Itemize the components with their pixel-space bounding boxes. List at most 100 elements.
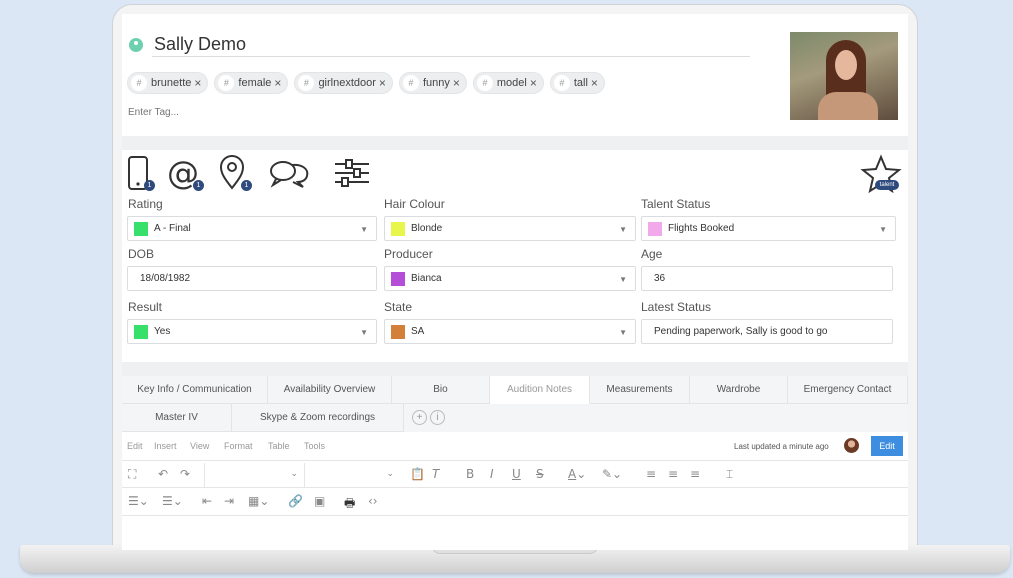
talent-badge: talent [875,180,899,190]
tag-label: brunette [151,77,192,89]
tab-wardrobe[interactable]: Wardrobe [690,376,788,404]
tag-input[interactable] [128,107,328,118]
phone-icon[interactable]: 1 [126,154,156,199]
bold-icon[interactable]: B [466,467,474,481]
state-swatch [391,324,405,339]
menu-format[interactable]: Format [224,441,253,451]
sliders-icon[interactable] [332,154,372,199]
dob-input[interactable]: 18/08/1982 [127,266,377,291]
strikethrough-icon[interactable]: S [536,467,544,481]
underline-icon[interactable]: U [512,467,521,481]
hair-colour-select[interactable]: Blonde ▼ [384,216,636,241]
result-select[interactable]: Yes ▼ [127,319,377,344]
menu-table[interactable]: Table [268,441,290,451]
hash-icon: # [553,75,570,91]
link-icon[interactable]: 🔗 [288,494,303,508]
talent-status-label: Talent Status [641,197,711,211]
code-view-icon[interactable]: ‹› [368,494,378,508]
state-label: State [384,300,413,314]
hash-icon: # [131,75,147,91]
tab-key-info[interactable]: Key Info / Communication [122,376,268,404]
latest-status-input[interactable]: Pending paperwork, Sally is good to go [641,319,893,344]
align-center-icon[interactable]: ≡ [668,467,678,481]
numbered-list-icon[interactable]: ☰⌄ [162,494,183,508]
chevron-down-icon: ▼ [619,225,627,234]
clear-format-icon[interactable]: T [432,467,439,481]
hash-icon: # [476,75,493,91]
add-tab-icon[interactable]: + [412,410,427,425]
align-right-icon[interactable]: ≡ [690,467,700,481]
rating-select[interactable]: A - Final ▼ [127,216,377,241]
bullet-list-icon[interactable]: ☰⌄ [128,494,149,508]
align-left-icon[interactable]: ≡ [646,467,656,481]
location-pin-icon[interactable]: 1 [218,154,252,199]
tab-audition-notes[interactable]: Audition Notes [490,376,590,404]
tab-measurements[interactable]: Measurements [590,376,690,404]
menu-view[interactable]: View [190,441,209,451]
text-color-icon[interactable]: A⌄ [568,467,586,481]
chevron-down-icon: ⌄ [386,468,394,478]
chevron-down-icon: ▼ [879,225,887,234]
latest-status-label: Latest Status [641,300,712,314]
age-input[interactable]: 36 [641,266,893,291]
menu-tools[interactable]: Tools [304,441,325,451]
editor-toolbar: ⛶ ↶ ↷ ⌄ ⌄ 📋 T B I U S A⌄ ✎⌄ ≡ ≡ ≡ ⌶ [122,460,908,488]
talent-status-select[interactable]: Flights Booked ▼ [641,216,896,241]
hair-colour-swatch [391,221,405,236]
state-select[interactable]: SA ▼ [384,319,636,344]
tag-label: tall [573,77,588,89]
edit-button[interactable]: Edit [871,436,903,456]
paste-icon[interactable]: 📋 [410,467,425,481]
tag-chip: # model × [472,72,544,94]
font-select[interactable]: ⌄ [304,463,400,487]
menu-edit[interactable]: Edit [127,441,143,451]
email-icon[interactable]: @ 1 [166,154,204,199]
editor-menubar: Edit Insert View Format Table Tools Last… [122,434,908,460]
remove-tag-icon[interactable]: × [591,76,598,90]
highlight-icon[interactable]: ✎⌄ [602,467,622,481]
tab-master-iv[interactable]: Master IV [122,404,232,432]
remove-tag-icon[interactable]: × [274,76,281,90]
hash-icon: # [218,75,235,91]
tab-bar: Key Info / Communication Availability Ov… [122,376,908,432]
indent-icon[interactable]: ⇥ [224,494,234,508]
location-count-badge: 1 [241,180,252,191]
tag-label: female [238,77,272,89]
menu-insert[interactable]: Insert [154,441,177,451]
table-icon[interactable]: ▦⌄ [248,494,269,508]
page-break-icon[interactable]: ⌶ [726,467,733,482]
tab-skype-zoom[interactable]: Skype & Zoom recordings [232,404,404,432]
tab-emergency-contact[interactable]: Emergency Contact [788,376,908,404]
tag-chip: # tall × [549,72,605,94]
tab-availability[interactable]: Availability Overview [268,376,392,404]
result-value: Yes [154,326,171,337]
result-swatch [134,324,148,339]
profile-name[interactable]: Sally Demo [154,34,246,55]
remove-tag-icon[interactable]: × [194,76,201,90]
chevron-down-icon: ▼ [360,225,368,234]
remove-tag-icon[interactable]: × [453,76,460,90]
outdent-icon[interactable]: ⇤ [202,494,212,508]
image-icon[interactable]: ▣ [314,494,325,508]
italic-icon[interactable]: I [490,467,494,481]
profile-photo[interactable] [790,32,898,120]
section-divider [122,136,908,150]
info-icon[interactable]: i [430,410,445,425]
talent-status-swatch [648,221,662,236]
chevron-down-icon: ▼ [619,328,627,337]
redo-icon[interactable]: ↷ [180,467,190,481]
undo-icon[interactable]: ↶ [158,467,168,481]
remove-tag-icon[interactable]: × [379,76,386,90]
print-icon[interactable]: 🖶 [344,494,355,515]
producer-select[interactable]: Bianca ▼ [384,266,636,291]
fullscreen-icon[interactable]: ⛶ [128,467,136,482]
person-icon [129,38,143,52]
screen: Sally Demo # brunette × # female × # girlnext… [122,14,908,550]
tab-bio[interactable]: Bio [392,376,490,404]
editor-toolbar-secondary: ☰⌄ ☰⌄ ⇤ ⇥ ▦⌄ 🔗 ▣ 🖶 ‹› [122,490,908,516]
chat-bubbles-icon[interactable] [268,154,312,199]
tag-list: # brunette × # female × # girlnextdoor × # funn… [127,72,605,94]
remove-tag-icon[interactable]: × [530,76,537,90]
star-icon[interactable] [860,154,902,199]
block-format-select[interactable]: ⌄ [204,463,304,487]
